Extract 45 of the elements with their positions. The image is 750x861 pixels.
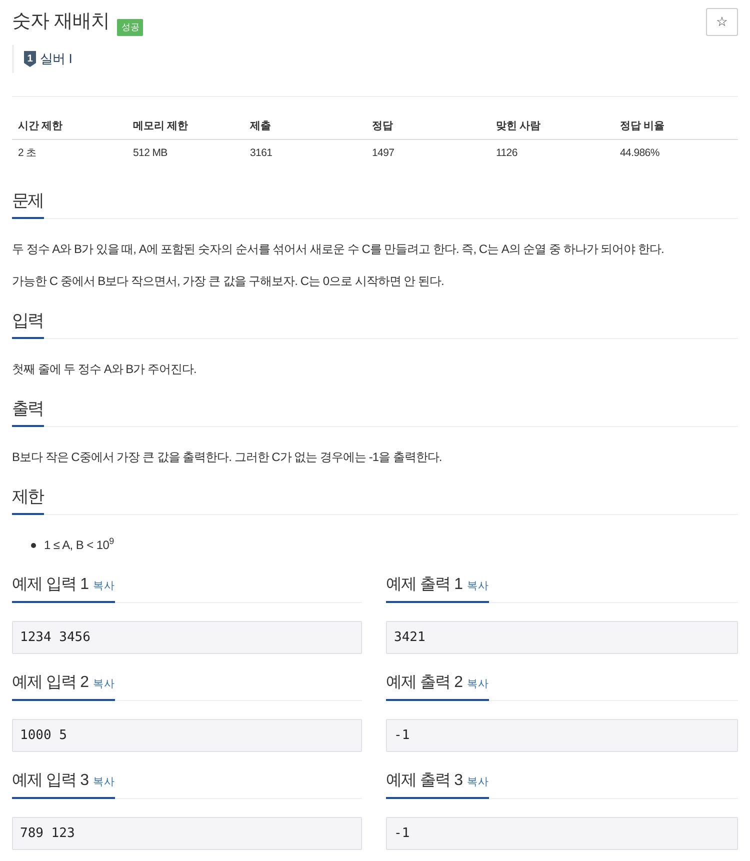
sample-data-block: 789 123 [12,817,362,850]
tier-link[interactable]: 실버 I [40,50,72,68]
column-header: 메모리 제한 [127,113,244,140]
sample-heading: 예제 입력 1 [12,575,88,595]
sample-heading: 예제 출력 3 [386,771,462,791]
section-heading: 문제 [12,189,44,219]
section-heading: 입력 [12,309,44,339]
table-cell-text: 3161 [249,146,274,161]
sample-data-block: 1234 3456 [12,621,362,654]
copy-link[interactable]: 복사 [467,677,489,691]
section-heading: 제한 [12,485,44,515]
table-cell-text: 1126 [495,146,518,161]
column-header: 정답 비율 [614,113,738,140]
constraint-text: 1 ≤ A, B < 10$^{9}$ [44,535,114,554]
column-header: 정답 [366,113,490,140]
table-cell-text: 2 초 [17,146,38,161]
sample-data-block: 3421 [386,621,738,654]
column-header: 제출 [244,113,366,140]
copy-link[interactable]: 복사 [467,579,489,593]
table-cell-text: 512 MB [132,146,168,161]
table-cell-text: 1497 [371,146,396,161]
problem-text: 가능한 C 중에서 B보다 작으면서, 가장 큰 값을 구해보자. C는 0으로 시작하면 안 된다. [12,273,445,290]
sample-data-block: -1 [386,817,738,850]
problem-text: 첫째 줄에 두 정수 A와 B가 주어진다. [12,361,198,378]
sample-data-block: -1 [386,719,738,752]
copy-link[interactable]: 복사 [93,579,115,593]
sample-heading: 예제 입력 3 [12,771,88,791]
sample-data-block: 1000 5 [12,719,362,752]
bullet-icon [31,542,36,548]
copy-link[interactable]: 복사 [93,677,115,691]
column-header: 맞힌 사람 [490,113,614,140]
section-heading: 출력 [12,397,44,427]
table-cell-text: 44.986% [619,146,660,161]
sample-heading: 예제 출력 2 [386,673,462,693]
copy-link[interactable]: 복사 [93,775,115,789]
status-badge: 성공 [117,18,144,36]
sample-heading: 예제 입력 2 [12,673,88,693]
copy-link[interactable]: 복사 [467,775,489,789]
problem-title: 숫자 재배치 [12,10,110,34]
problem-text: B보다 작은 C중에서 가장 큰 값을 출력한다. 그러한 C가 없는 경우에는 -1을 출력한다. [12,449,443,466]
shield-icon: 1 [24,51,36,67]
sample-heading: 예제 출력 1 [386,575,462,595]
column-header: 시간 제한 [12,113,127,140]
problem-text: 두 정수 A와 B가 있을 때, A에 포함된 숫자의 순서를 섞어서 새로운 수 C를 만들려고 한다. 즉, C는 A의 순열 중 하나가 되어야 한다. [12,241,665,258]
star-button[interactable]: ☆ [706,8,738,36]
